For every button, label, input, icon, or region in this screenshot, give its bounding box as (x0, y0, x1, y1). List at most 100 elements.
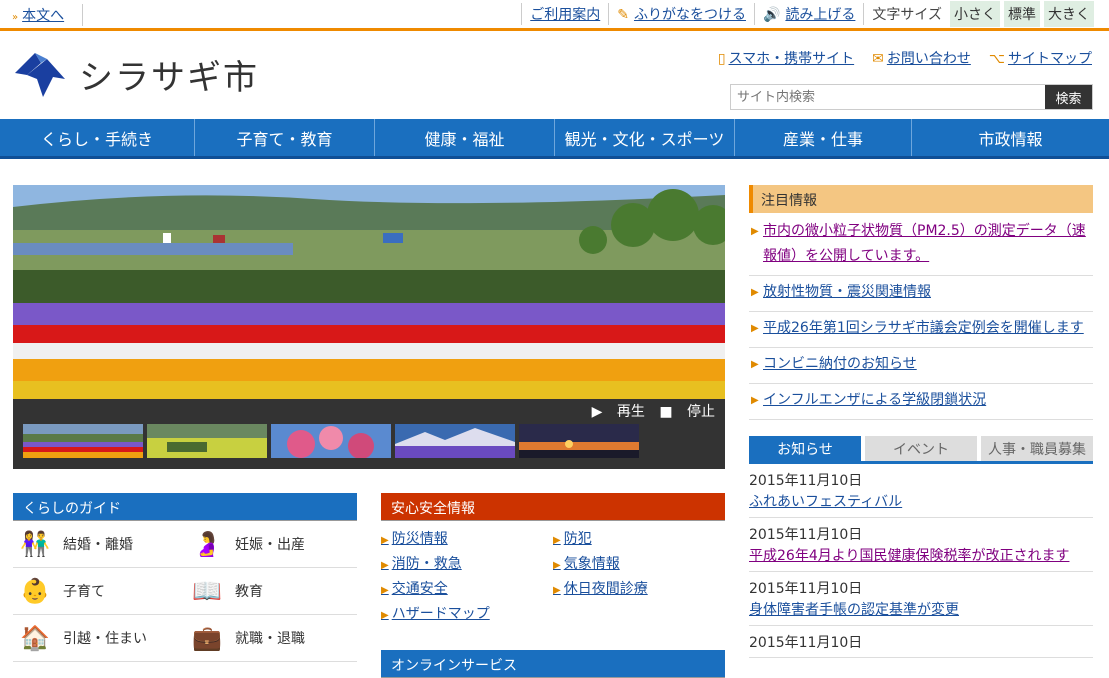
safety-link-disaster[interactable]: ▶ 防災情報 (381, 528, 553, 553)
speaker-icon: 🔊 (762, 7, 781, 23)
chevron-right-icon: ▶ (751, 395, 759, 406)
guide-item-childcare[interactable]: 👶 子育て (13, 568, 185, 614)
chevron-right-icon: ▶ (381, 610, 389, 621)
thumbnail-flowers[interactable] (23, 424, 143, 458)
contact-label: お問い合わせ (886, 51, 971, 67)
nav-item-industry[interactable]: 産業・仕事 (735, 119, 912, 156)
pickup-link[interactable]: 平成26年第1回シラサギ市議会定例会を開催します (763, 320, 1084, 336)
safety-link-crime[interactable]: ▶ 防犯 (553, 528, 725, 553)
safety-link-traffic[interactable]: ▶ 交通安全 (381, 578, 553, 603)
pickup-link[interactable]: 放射性物質・震災関連情報 (763, 284, 931, 300)
list-item: 2015年11月10日 平成26年4月より国民健康保険税率が改正されます (749, 526, 1093, 572)
list-item: ▶ コンビニ納付のお知らせ (749, 348, 1093, 384)
mobile-site-label: スマホ・携帯サイト (728, 51, 855, 67)
safety-links: ▶ 防災情報 ▶ 防犯 ▶ 消防・救急 ▶ 気象情報 ▶ 交通安全 ▶ 休日夜間診療 ▶ ハザ… (381, 528, 725, 628)
header-links: ▯ スマホ・携帯サイト ✉ お問い合わせ ⌥ サイトマップ (718, 48, 1092, 68)
briefcase-icon: 💼 (192, 624, 222, 652)
safety-row: ▶ 交通安全 ▶ 休日夜間診療 (381, 578, 725, 603)
list-item: ▶ インフルエンザによる学級閉鎖状況 (749, 384, 1093, 420)
skip-to-content-link[interactable]: 本文へ (22, 8, 64, 24)
pregnancy-icon: 🤰 (192, 530, 222, 558)
tab-recruitment[interactable]: 人事・職員募集 (981, 436, 1093, 461)
chevron-right-icon: ▶ (381, 535, 389, 546)
pickup-link[interactable]: コンビニ納付のお知らせ (763, 356, 917, 372)
guide-item-label: 子育て (63, 584, 105, 600)
pencil-icon: ✎ (617, 7, 629, 23)
play-label: 再生 (616, 404, 645, 420)
list-item: ▶ 市内の微小粒子状物質（PM2.5）の測定データ（速報値）を公開しています。 (749, 215, 1093, 276)
font-standard-button[interactable]: 標準 (1004, 1, 1040, 27)
pickup-link[interactable]: 市内の微小粒子状物質（PM2.5）の測定データ（速報値）を公開しています。 (763, 223, 1086, 264)
stop-button[interactable]: ■ 停止 (659, 404, 715, 420)
tab-events[interactable]: イベント (865, 436, 977, 461)
guide-row: 👶 子育て 📖 教育 (13, 568, 357, 615)
mobile-site-link[interactable]: ▯ スマホ・携帯サイト (718, 48, 854, 68)
mail-icon: ✉ (872, 51, 884, 67)
font-small-button[interactable]: 小さく (950, 1, 1000, 27)
contact-link[interactable]: ✉ お問い合わせ (872, 48, 971, 68)
guide-item-housing[interactable]: 🏠 引越・住まい (13, 615, 185, 661)
tab-news[interactable]: お知らせ (749, 436, 861, 461)
safety-heading: 安心安全情報 (381, 493, 725, 521)
news-date: 2015年11月10日 (749, 527, 863, 543)
chevron-right-icon: ▶ (553, 560, 561, 571)
divider (863, 3, 865, 25)
safety-link-weather[interactable]: ▶ 気象情報 (553, 553, 725, 578)
news-link[interactable]: 身体障害者手帳の認定基準が変更 (749, 602, 959, 618)
chevron-right-icon: ▶ (553, 585, 561, 596)
site-search: 検索 (730, 84, 1093, 110)
nav-item-city[interactable]: 市政情報 (912, 119, 1109, 156)
news-date: 2015年11月10日 (749, 473, 863, 489)
site-header: シラサギ市 ▯スマホ・携帯サイト ✉お問い合わせ ⌥サイトマップ 検索 (0, 34, 1109, 119)
search-button[interactable]: 検索 (1045, 85, 1092, 109)
egret-logo-icon (15, 53, 65, 97)
news-link[interactable]: ふれあいフェスティバル (749, 494, 902, 510)
thumbnail-fields[interactable] (147, 424, 267, 458)
utility-tools: ご利用案内 ✎ ふりがなをつける 🔊 読み上げる 文字サイズ 小さく 標準 大きく (513, 0, 1109, 28)
search-input[interactable] (731, 85, 1045, 109)
slideshow-controls: ▶ 再生 ■ 停止 (582, 401, 715, 421)
guide-item-employment[interactable]: 💼 就職・退職 (185, 615, 357, 661)
sitemap-link[interactable]: ⌥ サイトマップ (989, 48, 1092, 68)
news-tabs: お知らせ イベント 人事・職員募集 (749, 436, 1093, 464)
safety-link-clinic[interactable]: ▶ 休日夜間診療 (553, 578, 725, 603)
guide-item-pregnancy[interactable]: 🤰 妊娠・出産 (185, 521, 357, 567)
thumbnail-blossoms[interactable] (271, 424, 391, 458)
nav-item-health[interactable]: 健康・福祉 (375, 119, 555, 156)
book-icon: 📖 (192, 577, 222, 605)
guide-item-label: 結婚・離婚 (63, 537, 133, 553)
global-nav: くらし・手続き 子育て・教育 健康・福祉 観光・文化・スポーツ 産業・仕事 市政… (0, 119, 1109, 159)
safety-link-label: 防犯 (563, 531, 592, 547)
guide-link[interactable]: ご利用案内 (530, 4, 600, 24)
thumbnail-sunset[interactable] (519, 424, 639, 458)
nav-item-living[interactable]: くらし・手続き (0, 119, 195, 156)
safety-link-fire[interactable]: ▶ 消防・救急 (381, 553, 553, 578)
safety-link-label: ハザードマップ (391, 606, 490, 622)
site-logo[interactable]: シラサギ市 (13, 49, 259, 99)
font-size-label: 文字サイズ (872, 7, 942, 23)
guide-item-marriage[interactable]: 👫 結婚・離婚 (13, 521, 185, 567)
divider (82, 4, 83, 26)
baby-icon: 👶 (20, 577, 50, 605)
chevron-right-icon: ▶ (553, 535, 561, 546)
nav-item-childcare[interactable]: 子育て・教育 (195, 119, 375, 156)
news-date: 2015年11月10日 (749, 581, 863, 597)
skip-link-wrap: » 本文へ (12, 5, 64, 25)
nav-item-tourism[interactable]: 観光・文化・スポーツ (555, 119, 735, 156)
online-services-heading: オンラインサービス (381, 650, 725, 678)
safety-link-hazard-map[interactable]: ▶ ハザードマップ (381, 603, 559, 628)
slideshow: ▶ 再生 ■ 停止 (13, 185, 725, 469)
read-aloud-link[interactable]: 🔊 読み上げる (763, 4, 855, 24)
furigana-link[interactable]: ✎ ふりがなをつける (617, 4, 746, 24)
stop-label: 停止 (687, 404, 715, 420)
pickup-link[interactable]: インフルエンザによる学級閉鎖状況 (763, 392, 986, 408)
divider (608, 3, 610, 25)
news-link[interactable]: 平成26年4月より国民健康保険税率が改正されます (749, 548, 1069, 564)
play-button[interactable]: ▶ 再生 (592, 404, 645, 420)
list-item: 2015年11月10日 ふれあいフェスティバル (749, 472, 1093, 518)
thumbnail-mountains[interactable] (395, 424, 515, 458)
font-large-button[interactable]: 大きく (1044, 1, 1094, 27)
house-icon: 🏠 (20, 624, 50, 652)
guide-item-education[interactable]: 📖 教育 (185, 568, 357, 614)
sitemap-label: サイトマップ (1008, 51, 1092, 67)
